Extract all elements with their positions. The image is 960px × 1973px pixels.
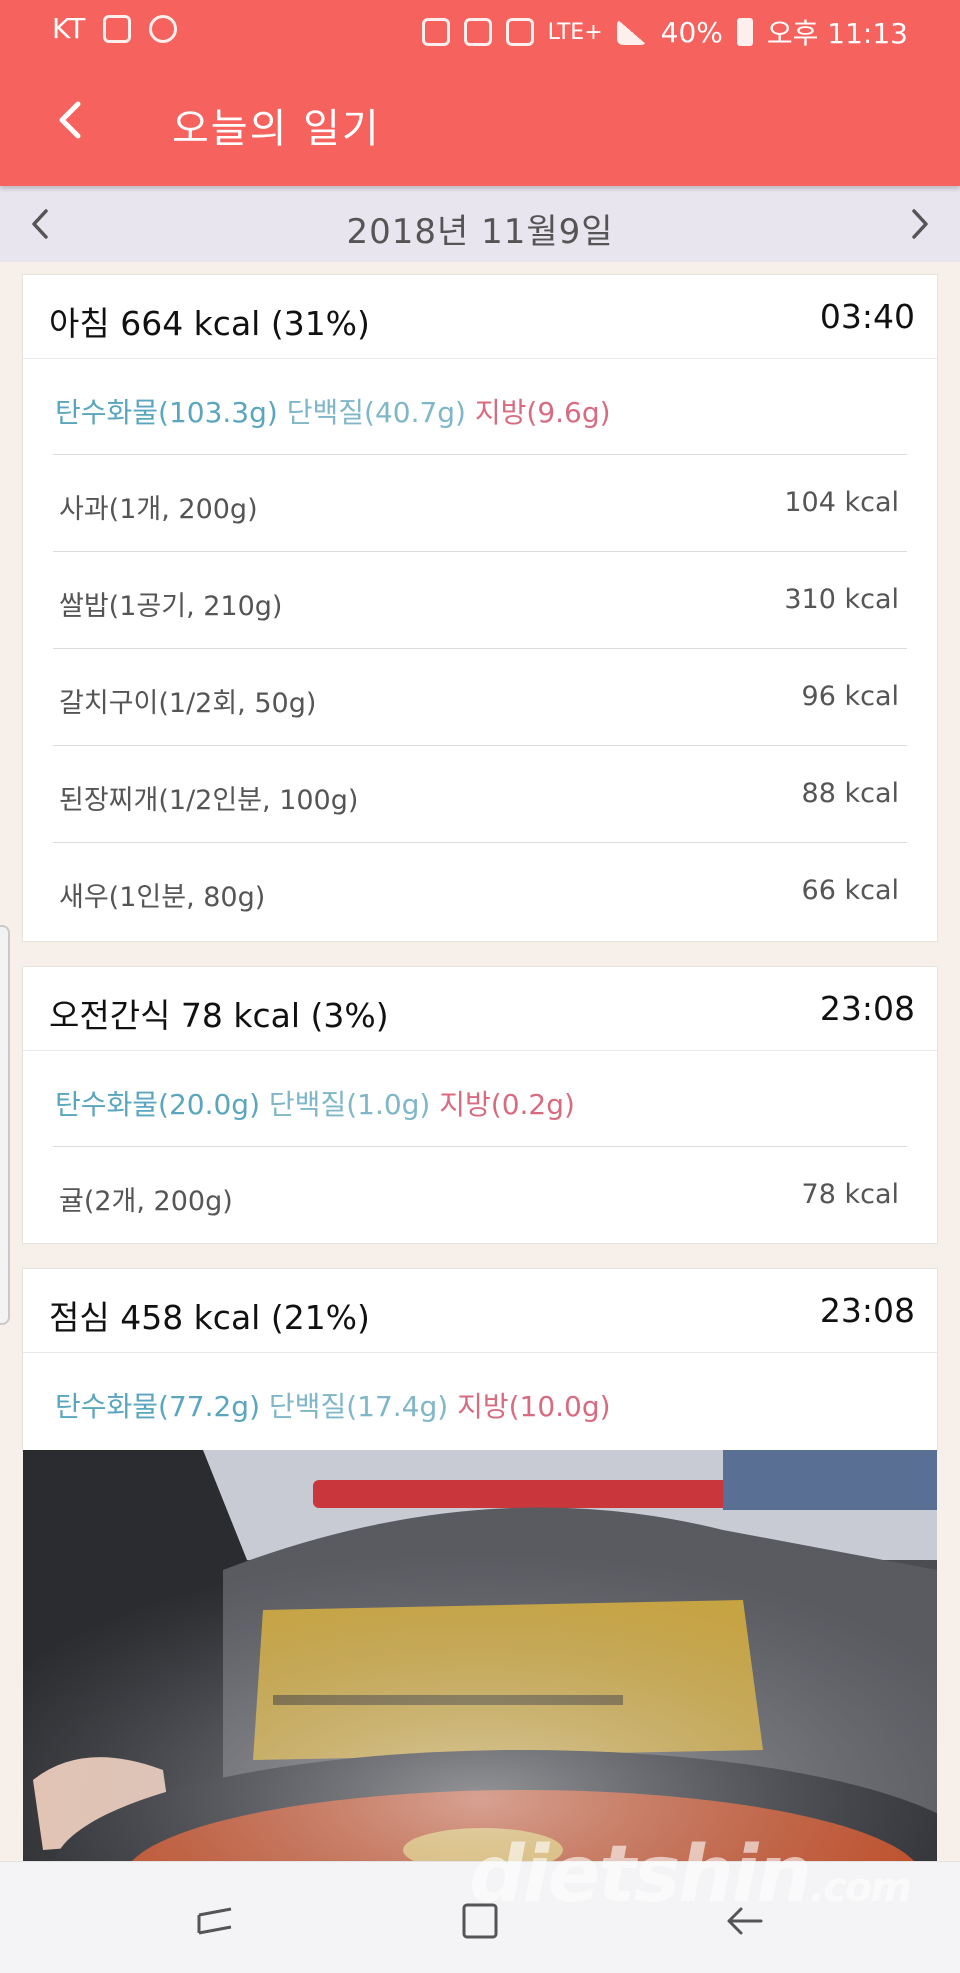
watermark-suffix: .com [809, 1865, 912, 1911]
meal-photo-image [23, 1450, 937, 1861]
recent-apps-icon [197, 1907, 232, 1935]
food-row[interactable]: 쌀밥(1공기, 210g) 310 kcal [53, 552, 907, 649]
hd-icon [505, 18, 534, 46]
meal-time: 23:08 [819, 989, 915, 1028]
network-label: LTE+ [547, 19, 603, 45]
meal-photo[interactable] [23, 1450, 937, 1861]
current-date: 2018년 11월9일 [346, 212, 614, 252]
food-kcal: 96 kcal [801, 681, 899, 712]
macro-summary: 탄수화물(20.0g) 단백질(1.0g) 지방(0.2g) [53, 1051, 907, 1147]
meal-time: 23:08 [819, 1291, 915, 1330]
date-navigator: 2018년 11월9일 [0, 186, 960, 262]
mute-icon [463, 18, 492, 46]
app-header-bar: KT LTE+ 40% 오후 11:13 오늘의 일기 [0, 0, 960, 186]
carb-amount: 탄수화물(77.2g) [55, 1390, 261, 1423]
food-kcal: 78 kcal [801, 1179, 899, 1210]
meal-card-lunch[interactable]: 점심 458 kcal (21%) 23:08 탄수화물(77.2g) 단백질(… [22, 1268, 938, 1452]
clock: 오후 11:13 [766, 17, 908, 50]
protein-amount: 단백질(1.0g) [268, 1088, 431, 1121]
food-name: 사과(1개, 200g) [59, 494, 258, 525]
watermark-logo: dietshin.com [468, 1830, 912, 1920]
alarm-icon [421, 18, 450, 46]
food-kcal: 104 kcal [784, 487, 899, 518]
carb-amount: 탄수화물(20.0g) [55, 1088, 261, 1121]
food-row[interactable]: 귤(2개, 200g) 78 kcal [53, 1147, 907, 1244]
app-header: 오늘의 일기 [0, 70, 960, 170]
meal-title: 아침 664 kcal (31%) [49, 304, 370, 343]
battery-percent: 40% [660, 15, 723, 49]
food-row[interactable]: 된장찌개(1/2인분, 100g) 88 kcal [53, 746, 907, 843]
meal-time: 03:40 [819, 297, 915, 336]
fat-amount: 지방(0.2g) [439, 1088, 575, 1121]
food-kcal: 66 kcal [801, 875, 899, 906]
status-bar: KT LTE+ 40% 오후 11:13 [0, 0, 960, 58]
food-kcal: 310 kcal [784, 584, 899, 615]
chevron-right-icon [912, 209, 928, 239]
food-kcal: 88 kcal [801, 778, 899, 809]
food-name: 귤(2개, 200g) [59, 1186, 233, 1217]
signal-icon [616, 19, 647, 45]
food-row[interactable]: 갈치구이(1/2회, 50g) 96 kcal [53, 649, 907, 746]
recent-apps-button[interactable] [190, 1896, 240, 1946]
meal-header: 오전간식 78 kcal (3%) 23:08 [23, 967, 937, 1051]
carrier-label: KT [52, 12, 86, 45]
watermark-text: dietshin [468, 1830, 812, 1920]
fat-amount: 지방(9.6g) [474, 396, 611, 429]
macro-summary: 탄수화물(77.2g) 단백질(17.4g) 지방(10.0g) [53, 1353, 907, 1449]
chevron-left-icon [59, 101, 81, 139]
notification-icon [103, 14, 132, 43]
protein-amount: 단백질(40.7g) [286, 396, 466, 429]
battery-icon [736, 18, 753, 46]
page-title: 오늘의 일기 [172, 106, 381, 152]
meal-title: 점심 458 kcal (21%) [49, 1298, 370, 1337]
protein-amount: 단백질(17.4g) [268, 1390, 449, 1423]
food-row[interactable]: 사과(1개, 200g) 104 kcal [53, 455, 907, 552]
sync-icon [149, 14, 178, 43]
food-name: 쌀밥(1공기, 210g) [59, 591, 283, 622]
macro-summary: 탄수화물(103.3g) 단백질(40.7g) 지방(9.6g) [53, 359, 907, 455]
next-day-button[interactable] [898, 202, 942, 246]
food-row[interactable]: 새우(1인분, 80g) 66 kcal [53, 843, 907, 940]
edge-panel-handle[interactable] [0, 925, 10, 1325]
meal-card-morning-snack[interactable]: 오전간식 78 kcal (3%) 23:08 탄수화물(20.0g) 단백질(… [22, 966, 938, 1244]
meal-header: 점심 458 kcal (21%) 23:08 [23, 1269, 937, 1353]
food-name: 새우(1인분, 80g) [59, 882, 266, 913]
meal-header: 아침 664 kcal (31%) 03:40 [23, 275, 937, 359]
meal-card-breakfast[interactable]: 아침 664 kcal (31%) 03:40 탄수화물(103.3g) 단백질… [22, 274, 938, 942]
food-name: 된장찌개(1/2인분, 100g) [59, 785, 359, 816]
back-button[interactable] [40, 90, 100, 150]
fat-amount: 지방(10.0g) [457, 1390, 611, 1423]
food-name: 갈치구이(1/2회, 50g) [59, 688, 317, 719]
carb-amount: 탄수화물(103.3g) [55, 396, 278, 429]
meal-title: 오전간식 78 kcal (3%) [49, 996, 389, 1035]
